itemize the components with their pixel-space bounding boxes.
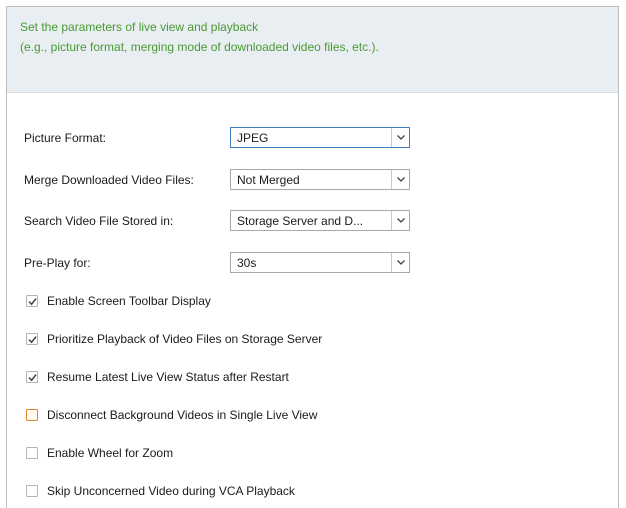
- picture-format-select[interactable]: JPEG: [230, 127, 410, 148]
- checkmark-icon: [28, 374, 37, 382]
- merge-files-label: Merge Downloaded Video Files:: [24, 173, 194, 187]
- skip-unconcerned-label: Skip Unconcerned Video during VCA Playba…: [47, 484, 295, 498]
- merge-files-dropdown-button[interactable]: [391, 170, 409, 189]
- picture-format-label: Picture Format:: [24, 131, 107, 145]
- checkmark-icon: [28, 336, 37, 344]
- search-storage-value: Storage Server and D...: [237, 214, 364, 228]
- checkmark-icon: [28, 298, 37, 306]
- resume-live-view-checkbox[interactable]: [26, 371, 38, 383]
- chevron-down-icon: [397, 135, 405, 140]
- merge-files-value: Not Merged: [237, 173, 300, 187]
- screen-toolbar-label: Enable Screen Toolbar Display: [47, 294, 211, 308]
- chevron-down-icon: [397, 177, 405, 182]
- merge-files-select[interactable]: Not Merged: [230, 169, 410, 190]
- skip-unconcerned-checkbox[interactable]: [26, 485, 38, 497]
- chevron-down-icon: [397, 260, 405, 265]
- wheel-zoom-checkbox[interactable]: [26, 447, 38, 459]
- search-storage-label: Search Video File Stored in:: [24, 214, 174, 228]
- resume-live-view-label: Resume Latest Live View Status after Res…: [47, 370, 289, 384]
- chevron-down-icon: [397, 218, 405, 223]
- description-banner: Set the parameters of live view and play…: [7, 7, 618, 93]
- pre-play-label: Pre-Play for:: [24, 256, 91, 270]
- prioritize-playback-label: Prioritize Playback of Video Files on St…: [47, 332, 323, 346]
- description-line-1: Set the parameters of live view and play…: [20, 20, 259, 34]
- search-storage-select[interactable]: Storage Server and D...: [230, 210, 410, 231]
- wheel-zoom-label: Enable Wheel for Zoom: [47, 446, 174, 460]
- description-line-2: (e.g., picture format, merging mode of d…: [20, 40, 379, 54]
- pre-play-select[interactable]: 30s: [230, 252, 410, 273]
- prioritize-playback-checkbox[interactable]: [26, 333, 38, 345]
- search-storage-dropdown-button[interactable]: [391, 211, 409, 230]
- picture-format-value: JPEG: [237, 131, 269, 145]
- disconnect-background-label: Disconnect Background Videos in Single L…: [47, 408, 318, 422]
- disconnect-background-checkbox[interactable]: [26, 409, 38, 421]
- pre-play-dropdown-button[interactable]: [391, 253, 409, 272]
- settings-panel: Set the parameters of live view and play…: [6, 6, 619, 508]
- picture-format-dropdown-button[interactable]: [391, 128, 409, 147]
- screen-toolbar-checkbox[interactable]: [26, 295, 38, 307]
- pre-play-value: 30s: [237, 256, 257, 270]
